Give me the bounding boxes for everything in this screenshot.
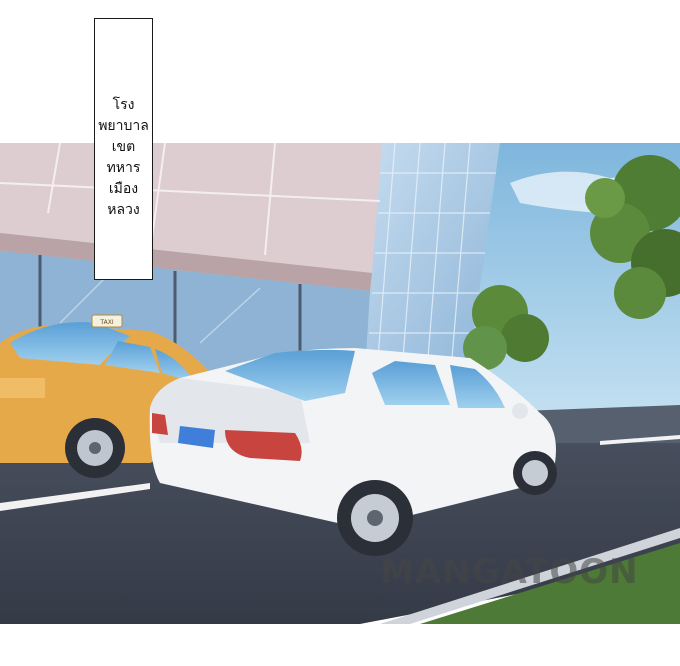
manga-page: โรง พยาบาล เขต ทหาร เมือง หลวง TAXI MANG… [0,0,680,666]
caption-line: เมือง [108,181,139,197]
caption-line: ทหาร [106,160,141,176]
caption-line: พยาบาล [98,118,149,134]
caption-line: หลวง [107,202,140,218]
caption-line: โรง [112,97,135,113]
watermark: MANGATOON [380,552,639,592]
caption-box: โรง พยาบาล เขต ทหาร เมือง หลวง [94,18,153,280]
caption-line: เขต [111,139,136,155]
taxi-sign: TAXI [99,319,113,326]
